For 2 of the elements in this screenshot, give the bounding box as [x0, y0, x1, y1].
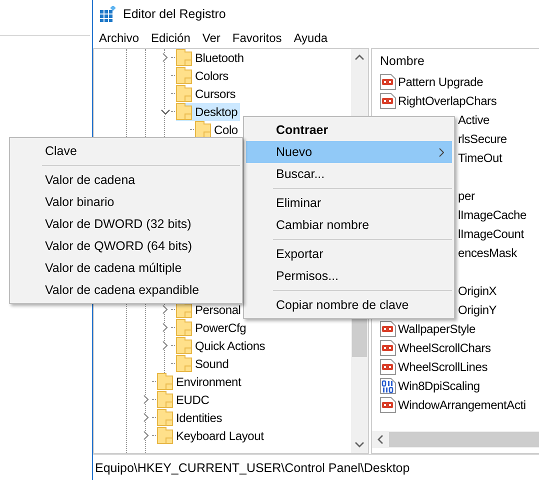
registry-path: Equipo\HKEY_CURRENT_USER\Control Panel\Desktop	[95, 460, 410, 475]
window-title: Editor del Registro	[123, 6, 226, 21]
